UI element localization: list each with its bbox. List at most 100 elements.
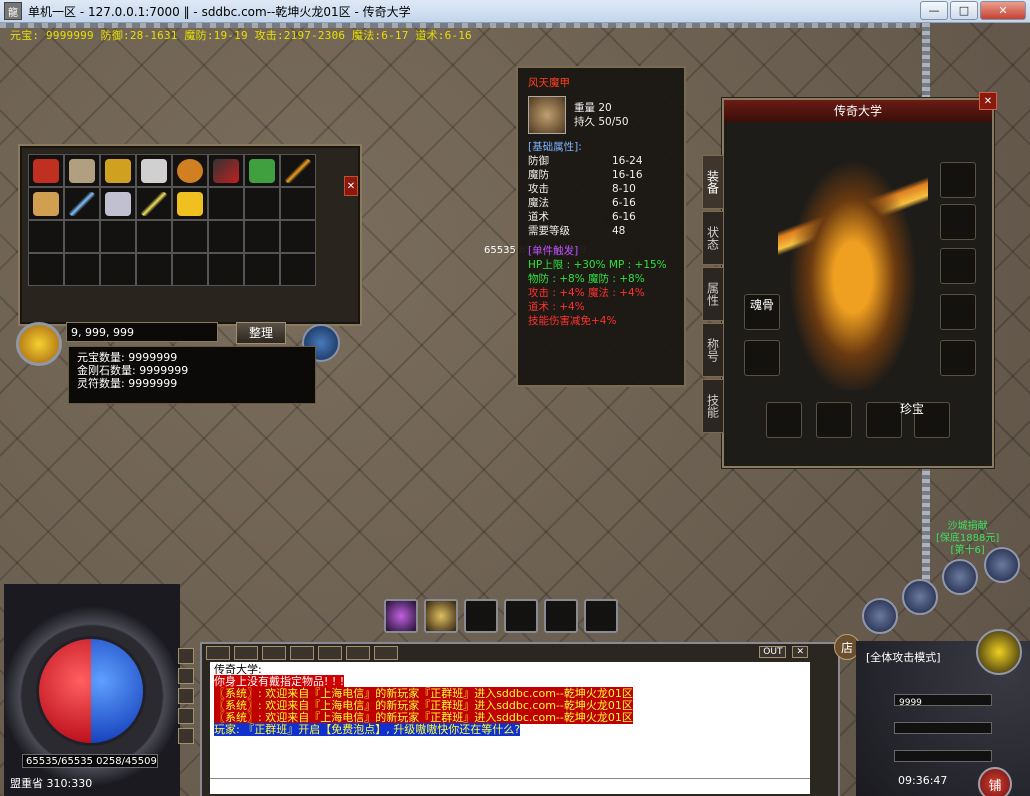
hotbar-slot[interactable] <box>464 599 498 633</box>
chat-channel-button[interactable] <box>290 646 314 660</box>
inventory-slot[interactable] <box>136 154 172 187</box>
inventory-slot[interactable] <box>172 220 208 253</box>
settings-icon[interactable] <box>178 728 194 744</box>
skill-round-button[interactable] <box>902 579 938 615</box>
silver-ingot-icon <box>141 158 167 183</box>
inventory-slot[interactable] <box>208 187 244 220</box>
guild-icon[interactable] <box>178 688 194 704</box>
inventory-slot[interactable] <box>280 187 316 220</box>
character-close-button[interactable]: ✕ <box>979 92 997 110</box>
inventory-slot[interactable] <box>172 154 208 187</box>
equip-slot-bracelet-right[interactable] <box>940 294 976 330</box>
skill-round-button[interactable] <box>942 559 978 595</box>
hotbar-slot[interactable] <box>504 599 538 633</box>
game-viewport[interactable]: 元宝: 9999999 防御:28-1631 魔防:19-19 攻击:2197-… <box>0 23 1030 796</box>
chest-icon <box>249 158 275 183</box>
inventory-slot[interactable] <box>280 220 316 253</box>
sound-icon[interactable] <box>984 547 1020 583</box>
item-tooltip: 风天魔甲 重量 20 持久 50/50 [基础属性]: 防御 16-24 魔防 16… <box>516 66 686 387</box>
chat-window: OUT ✕ 传奇大学: 你身上没有戴指定物品! ! ! 〖系统〗: 欢迎来自『上… <box>200 642 840 796</box>
tab-status[interactable]: 状态 <box>702 211 724 265</box>
item-durability: 持久 50/50 <box>574 116 629 128</box>
inventory-slot[interactable] <box>28 253 64 286</box>
inventory-slot[interactable] <box>244 220 280 253</box>
close-window-button[interactable]: ✕ <box>980 1 1026 20</box>
chat-log: 传奇大学: 你身上没有戴指定物品! ! ! 〖系统〗: 欢迎来自『上海电信』的新… <box>210 662 810 794</box>
tab-skills[interactable]: 技能 <box>702 379 724 433</box>
group-icon[interactable] <box>178 668 194 684</box>
treasure-label: 珍宝 <box>900 402 925 416</box>
inventory-slot[interactable] <box>100 154 136 187</box>
equip-slot-ring-right[interactable] <box>940 340 976 376</box>
trade-icon[interactable] <box>178 708 194 724</box>
equip-slot-necklace[interactable] <box>940 204 976 240</box>
equip-slot-medal[interactable] <box>940 248 976 284</box>
inventory-slot[interactable] <box>244 253 280 286</box>
tab-equipment[interactable]: 装备 <box>702 155 724 209</box>
equip-slot-amulet[interactable] <box>766 402 802 438</box>
hotbar-slot[interactable] <box>384 599 418 633</box>
inventory-slot[interactable] <box>100 253 136 286</box>
chat-channel-button[interactable] <box>346 646 370 660</box>
maximize-button[interactable]: □ <box>950 1 978 20</box>
inventory-slot[interactable] <box>64 154 100 187</box>
hp-half <box>39 639 91 743</box>
chat-channel-button[interactable] <box>234 646 258 660</box>
hotbar-slot[interactable] <box>424 599 458 633</box>
inventory-slot[interactable] <box>100 187 136 220</box>
special-stat: HP上限 : +30% MP : +15% <box>528 259 667 271</box>
equip-slot-ring-left[interactable] <box>744 340 780 376</box>
inventory-slot[interactable] <box>136 220 172 253</box>
chat-input[interactable] <box>210 778 810 793</box>
equip-slot-helmet[interactable] <box>940 162 976 198</box>
special-stat: 道术 : +4% <box>528 301 585 313</box>
sun-icon[interactable] <box>976 629 1022 675</box>
chat-channel-button[interactable] <box>262 646 286 660</box>
chat-out-button[interactable]: OUT <box>759 646 787 658</box>
weight-bar <box>894 722 992 734</box>
inventory-slot[interactable] <box>64 220 100 253</box>
hotbar-slot[interactable] <box>584 599 618 633</box>
inventory-slot[interactable] <box>172 187 208 220</box>
sort-inventory-button[interactable]: 整理 <box>236 322 286 344</box>
equip-slot-boots[interactable] <box>866 402 902 438</box>
inventory-slot[interactable] <box>64 187 100 220</box>
hp-mp-orb <box>36 636 146 746</box>
tab-attributes[interactable]: 属性 <box>702 267 724 321</box>
attack-mode-label[interactable]: [全体攻击模式] <box>866 649 941 665</box>
inventory-slot[interactable] <box>136 253 172 286</box>
inventory-slot[interactable] <box>208 253 244 286</box>
inventory-slot[interactable] <box>64 253 100 286</box>
skill-round-button[interactable] <box>862 598 898 634</box>
inventory-slot[interactable] <box>280 253 316 286</box>
inventory-slot[interactable] <box>28 154 64 187</box>
currency-panel: 元宝数量: 9999999 金刚石数量: 9999999 灵符数量: 99999… <box>68 346 316 404</box>
inventory-slot[interactable] <box>28 187 64 220</box>
inventory-slot[interactable] <box>136 187 172 220</box>
inventory-slot[interactable] <box>244 154 280 187</box>
map-location: 盟重省 310:330 <box>10 777 93 790</box>
inventory-slot[interactable] <box>100 220 136 253</box>
equip-slot-belt[interactable] <box>816 402 852 438</box>
chat-channel-button[interactable] <box>318 646 342 660</box>
chat-close-button[interactable]: ✕ <box>792 646 808 658</box>
inventory-slot[interactable] <box>244 187 280 220</box>
armor-icon <box>528 96 566 134</box>
inventory-slot[interactable] <box>172 253 208 286</box>
inventory-slot[interactable] <box>208 154 244 187</box>
shop-button[interactable]: 铺 <box>978 767 1012 796</box>
inventory-slot[interactable] <box>208 220 244 253</box>
inventory-slot[interactable] <box>280 154 316 187</box>
stat-key: 魔法 <box>528 197 549 209</box>
inventory-slot[interactable] <box>28 220 64 253</box>
speaker-icon[interactable] <box>178 648 194 664</box>
inventory-close-button[interactable]: ✕ <box>344 176 358 196</box>
inventory-grid <box>28 154 316 286</box>
hotbar-slot[interactable] <box>544 599 578 633</box>
npc-name: 沙城捐献 <box>947 521 988 532</box>
chat-channel-button[interactable] <box>206 646 230 660</box>
chat-channel-button[interactable] <box>374 646 398 660</box>
tab-titles[interactable]: 称号 <box>702 323 724 377</box>
minimize-button[interactable]: — <box>920 1 948 20</box>
gold-pile-icon <box>16 322 62 366</box>
